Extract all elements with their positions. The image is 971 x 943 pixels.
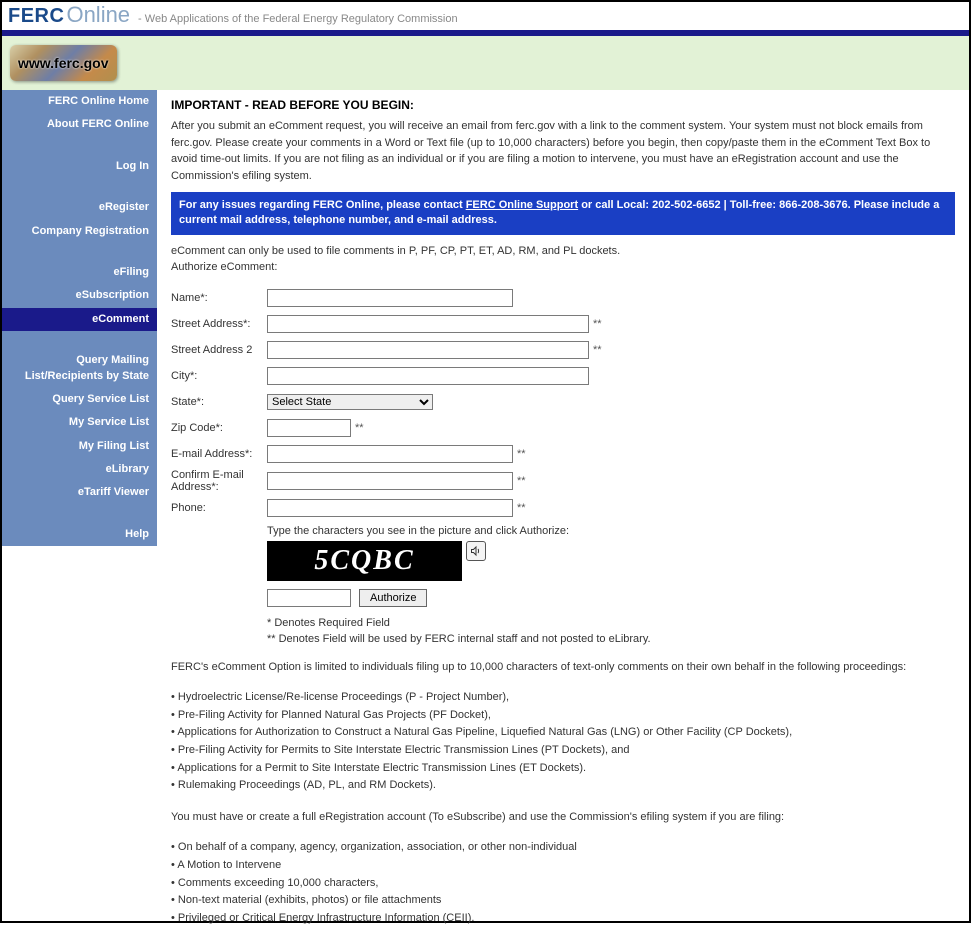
important-heading: IMPORTANT - READ BEFORE YOU BEGIN: (171, 98, 955, 112)
list-item: Pre-Filing Activity for Permits to Site … (171, 742, 955, 760)
street1-label: Street Address*: (171, 318, 267, 330)
list-item: Applications for a Permit to Site Inters… (171, 760, 955, 778)
confirm-email-label: Confirm E-mail Address*: (171, 469, 267, 493)
captcha-audio-icon[interactable] (466, 541, 486, 561)
street1-star: ** (593, 318, 602, 330)
nav-company-registration[interactable]: Company Registration (2, 220, 157, 243)
header-tagline: - Web Applications of the Federal Energy… (138, 13, 458, 25)
sidebar-nav: FERC Online Home About FERC Online Log I… (2, 90, 157, 546)
email-star: ** (517, 448, 526, 460)
brand-online: Online (66, 2, 130, 28)
nav-ecomment[interactable]: eComment (2, 308, 157, 331)
list-item: A Motion to Intervene (171, 857, 955, 875)
list-item: Applications for Authorization to Constr… (171, 724, 955, 742)
list-item: On behalf of a company, agency, organiza… (171, 839, 955, 857)
nav-ferc-online-home[interactable]: FERC Online Home (2, 90, 157, 113)
required-field-note: * Denotes Required Field (267, 617, 955, 629)
city-input[interactable] (267, 367, 589, 385)
street2-label: Street Address 2 (171, 344, 267, 356)
email-label: E-mail Address*: (171, 448, 267, 460)
nav-my-service-list[interactable]: My Service List (2, 411, 157, 434)
list-item: Rulemaking Proceedings (AD, PL, and RM D… (171, 777, 955, 795)
zip-label: Zip Code*: (171, 422, 267, 434)
zip-input[interactable] (267, 419, 351, 437)
email-input[interactable] (267, 445, 513, 463)
list-item: Privileged or Critical Energy Infrastruc… (171, 910, 955, 928)
street2-star: ** (593, 344, 602, 356)
authorize-button[interactable]: Authorize (359, 589, 427, 607)
zip-star: ** (355, 422, 364, 434)
list-item: Pre-Filing Activity for Planned Natural … (171, 707, 955, 725)
nav-efiling[interactable]: eFiling (2, 261, 157, 284)
main-content: IMPORTANT - READ BEFORE YOU BEGIN: After… (157, 90, 969, 943)
confirm-email-input[interactable] (267, 472, 513, 490)
list-item: Hydroelectric License/Re-license Proceed… (171, 689, 955, 707)
nav-help[interactable]: Help (2, 523, 157, 546)
street2-input[interactable] (267, 341, 589, 359)
ferc-gov-logo[interactable]: www.ferc.gov (10, 45, 117, 81)
must-have-paragraph: You must have or create a full eRegistra… (171, 809, 955, 826)
captcha-instructions: Type the characters you see in the pictu… (267, 525, 955, 537)
state-label: State*: (171, 396, 267, 408)
nav-elibrary[interactable]: eLibrary (2, 458, 157, 481)
intro-paragraph: After you submit an eComment request, yo… (171, 118, 955, 184)
nav-my-filing-list[interactable]: My Filing List (2, 435, 157, 458)
brand-ferc: FERC (8, 5, 64, 28)
name-label: Name*: (171, 292, 267, 304)
support-link[interactable]: FERC Online Support (466, 199, 578, 211)
nav-etariff-viewer[interactable]: eTariff Viewer (2, 481, 157, 504)
nav-query-service-list[interactable]: Query Service List (2, 388, 157, 411)
list-item: Non-text material (exhibits, photos) or … (171, 892, 955, 910)
street1-input[interactable] (267, 315, 589, 333)
nav-log-in[interactable]: Log In (2, 155, 157, 178)
nav-eregister[interactable]: eRegister (2, 196, 157, 219)
phone-star: ** (517, 502, 526, 514)
authorize-label: Authorize eComment: (171, 261, 955, 273)
filing-list: On behalf of a company, agency, organiza… (171, 839, 955, 927)
phone-input[interactable] (267, 499, 513, 517)
docket-note: eComment can only be used to file commen… (171, 245, 955, 257)
list-item: Comments exceeding 10,000 characters, (171, 875, 955, 893)
banner-strip: www.ferc.gov (2, 36, 969, 90)
limited-intro: FERC's eComment Option is limited to ind… (171, 659, 955, 676)
nav-query-mailing-list[interactable]: Query Mailing List/Recipients by State (2, 349, 157, 388)
nav-esubscription[interactable]: eSubscription (2, 284, 157, 307)
phone-label: Phone: (171, 502, 267, 514)
state-select[interactable]: Select State (267, 394, 433, 410)
support-banner: For any issues regarding FERC Online, pl… (171, 192, 955, 235)
internal-field-note: ** Denotes Field will be used by FERC in… (267, 633, 955, 645)
support-text-prefix: For any issues regarding FERC Online, pl… (179, 199, 466, 211)
captcha-input[interactable] (267, 589, 351, 607)
captcha-image: 5CQBC (267, 541, 462, 581)
confirm-email-star: ** (517, 475, 526, 487)
header-bar: FERC Online - Web Applications of the Fe… (2, 2, 969, 36)
proceedings-list: Hydroelectric License/Re-license Proceed… (171, 689, 955, 795)
nav-about-ferc-online[interactable]: About FERC Online (2, 113, 157, 136)
city-label: City*: (171, 370, 267, 382)
name-input[interactable] (267, 289, 513, 307)
